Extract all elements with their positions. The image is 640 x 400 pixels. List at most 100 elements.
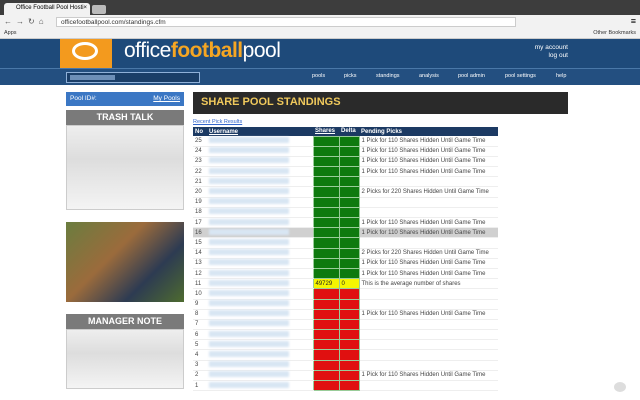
row-delta: [339, 207, 359, 217]
forward-icon[interactable]: →: [16, 17, 28, 26]
row-username[interactable]: [207, 238, 313, 248]
row-shares: [313, 146, 339, 156]
row-no: 1: [193, 381, 207, 391]
nav-picks[interactable]: picks: [344, 73, 357, 79]
row-username[interactable]: [207, 136, 313, 146]
row-delta: [339, 381, 359, 391]
nav-analysis[interactable]: analysis: [419, 73, 439, 79]
row-delta: [339, 299, 359, 309]
row-shares: [313, 197, 339, 207]
row-username[interactable]: [207, 319, 313, 329]
other-bookmarks[interactable]: Other Bookmarks: [593, 30, 636, 36]
row-shares: [313, 187, 339, 197]
close-tab-icon[interactable]: ×: [83, 5, 87, 11]
row-shares: [313, 156, 339, 166]
row-pending: [359, 177, 498, 187]
row-username[interactable]: [207, 258, 313, 268]
row-username[interactable]: [207, 350, 313, 360]
row-delta: [339, 187, 359, 197]
row-delta: [339, 238, 359, 248]
row-username[interactable]: [207, 248, 313, 258]
recent-pick-results-link[interactable]: Recent Pick Results: [193, 119, 568, 125]
reload-icon[interactable]: ↻: [28, 17, 39, 26]
row-no: 8: [193, 309, 207, 319]
row-shares: 49729: [313, 279, 339, 289]
row-username[interactable]: [207, 218, 313, 228]
page-title: SHARE POOL STANDINGS: [193, 92, 568, 114]
logo[interactable]: [60, 39, 112, 68]
row-delta: [339, 156, 359, 166]
new-tab-button[interactable]: [92, 5, 106, 14]
manager-note-content: [66, 329, 184, 389]
row-delta: [339, 340, 359, 350]
row-pending: 1 Pick for 110 Shares Hidden Until Game …: [359, 156, 498, 166]
row-username[interactable]: [207, 177, 313, 187]
url-input[interactable]: officefootballpool.com/standings.cfm: [56, 17, 516, 27]
apps-link[interactable]: Apps: [4, 30, 17, 36]
nav-pool-settings[interactable]: pool settings: [505, 73, 536, 79]
row-shares: [313, 319, 339, 329]
scroll-indicator-icon[interactable]: [614, 382, 626, 392]
back-icon[interactable]: ←: [4, 17, 16, 26]
row-no: 25: [193, 136, 207, 146]
row-pending: [359, 238, 498, 248]
row-delta: [339, 319, 359, 329]
row-pending: [359, 330, 498, 340]
row-username[interactable]: [207, 228, 313, 238]
log-out-link[interactable]: log out: [535, 52, 568, 60]
row-username[interactable]: [207, 340, 313, 350]
my-account-link[interactable]: my account: [535, 44, 568, 52]
nav-pools[interactable]: pools: [312, 73, 325, 79]
row-username[interactable]: [207, 146, 313, 156]
row-shares: [313, 218, 339, 228]
row-pending: 1 Pick for 110 Shares Hidden Until Game …: [359, 370, 498, 380]
table-row: 18: [193, 207, 498, 217]
browser-tab-bar: Office Football Pool Hosti×: [0, 0, 640, 15]
table-row: 13 1 Pick for 110 Shares Hidden Until Ga…: [193, 258, 498, 268]
nav-help[interactable]: help: [556, 73, 566, 79]
home-icon[interactable]: ⌂: [39, 17, 48, 26]
row-pending: 1 Pick for 110 Shares Hidden Until Game …: [359, 136, 498, 146]
football-photo: [66, 222, 184, 302]
row-no: 6: [193, 330, 207, 340]
row-username[interactable]: [207, 360, 313, 370]
menu-icon[interactable]: ≡: [631, 16, 636, 26]
row-shares: [313, 299, 339, 309]
table-row: 22 1 Pick for 110 Shares Hidden Until Ga…: [193, 167, 498, 177]
row-delta: [339, 370, 359, 380]
row-username[interactable]: [207, 197, 313, 207]
row-username[interactable]: [207, 330, 313, 340]
row-username[interactable]: [207, 207, 313, 217]
my-pools-link[interactable]: My Pools: [153, 95, 180, 102]
nav-buttons[interactable]: ←→↻⌂: [4, 17, 48, 26]
row-shares: [313, 258, 339, 268]
table-row: 5: [193, 340, 498, 350]
row-username[interactable]: [207, 289, 313, 299]
row-username[interactable]: [207, 309, 313, 319]
row-username[interactable]: [207, 156, 313, 166]
row-username[interactable]: [207, 268, 313, 278]
table-row: 16 1 Pick for 110 Shares Hidden Until Ga…: [193, 228, 498, 238]
row-username[interactable]: [207, 370, 313, 380]
row-no: 13: [193, 258, 207, 268]
nav-pool-admin[interactable]: pool admin: [458, 73, 485, 79]
row-no: 16: [193, 228, 207, 238]
nav-standings[interactable]: standings: [376, 73, 400, 79]
row-no: 19: [193, 197, 207, 207]
search-input[interactable]: [66, 72, 200, 83]
row-shares: [313, 228, 339, 238]
row-username[interactable]: [207, 279, 313, 289]
browser-tab[interactable]: Office Football Pool Hosti×: [4, 3, 90, 15]
row-no: 3: [193, 360, 207, 370]
table-row: 9: [193, 299, 498, 309]
row-delta: [339, 289, 359, 299]
row-username[interactable]: [207, 381, 313, 391]
row-username[interactable]: [207, 167, 313, 177]
row-username[interactable]: [207, 187, 313, 197]
table-row: 23 1 Pick for 110 Shares Hidden Until Ga…: [193, 156, 498, 166]
col-username[interactable]: Username: [209, 129, 238, 135]
row-pending: 2 Picks for 220 Shares Hidden Until Game…: [359, 248, 498, 258]
row-username[interactable]: [207, 299, 313, 309]
row-delta: [339, 248, 359, 258]
col-shares[interactable]: Shares: [315, 128, 335, 134]
